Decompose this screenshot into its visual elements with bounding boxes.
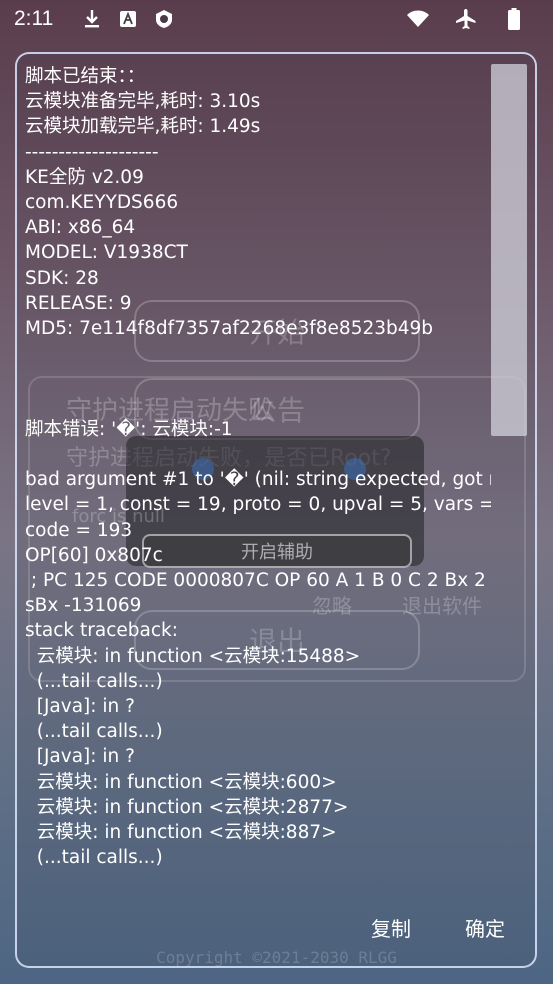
message-line: (...tail calls...)	[25, 670, 163, 692]
dialog-message[interactable]: 脚本已结束：： 云模块准备完毕,耗时: 3.10s 云模块加载完毕,耗时: 1.49…	[25, 64, 491, 870]
message-line: ; PC 125 CODE 0000807C OP 60 A 1 B 0 C 2…	[25, 570, 486, 592]
airplane-icon	[455, 8, 477, 30]
message-line: 云模块: in function <云模块:887>	[25, 822, 337, 844]
message-line	[25, 366, 491, 391]
message-line: MD5: 7e114f8df7357af2268e3f8e8523b49b	[25, 318, 434, 340]
message-line: 脚本已结束：：	[25, 66, 146, 87]
message-line: stack traceback:	[25, 620, 178, 642]
download-icon	[81, 8, 103, 30]
message-line: --------------------	[25, 141, 159, 163]
message-line: [Java]: in ?	[25, 746, 135, 768]
message-line: OP[60] 0x807c	[25, 544, 163, 566]
message-line	[25, 341, 491, 366]
message-line: MODEL: V1938CT	[25, 242, 188, 264]
status-time: 2:11	[14, 7, 54, 30]
dialog-actions: 复制 确定	[371, 913, 505, 942]
script-result-dialog: 脚本已结束：： 云模块准备完毕,耗时: 3.10s 云模块加载完毕,耗时: 1.49…	[15, 52, 537, 968]
ok-button[interactable]: 确定	[465, 913, 505, 942]
message-line: 脚本错误: '�': 云模块:-1	[25, 418, 233, 440]
message-line: 云模块: in function <云模块:2877>	[25, 796, 349, 818]
message-line: com.KEYYDS666	[25, 192, 179, 214]
message-line: code = 193	[25, 519, 133, 541]
message-line: SDK: 28	[25, 267, 99, 289]
message-line: 云模块: in function <云模块:600>	[25, 771, 337, 793]
app-a-icon	[117, 8, 139, 30]
wifi-icon	[407, 8, 429, 30]
message-line: KE全防 v2.09	[25, 166, 144, 188]
message-line: bad argument #1 to '�' (nil: string expe…	[25, 469, 491, 491]
message-line	[25, 442, 491, 467]
message-line: 云模块准备完毕,耗时: 3.10s	[25, 91, 261, 113]
message-line: (...tail calls...)	[25, 721, 163, 743]
message-line: 云模块: in function <云模块:15488>	[25, 645, 361, 667]
battery-icon	[503, 8, 525, 30]
message-line: RELEASE: 9	[25, 292, 132, 314]
copy-button[interactable]: 复制	[371, 913, 411, 942]
status-bar: 2:11	[0, 0, 553, 38]
message-line: [Java]: in ?	[25, 696, 135, 718]
message-line	[25, 392, 491, 417]
scrollbar-thumb[interactable]	[491, 64, 527, 436]
message-line: 云模块加载完毕,耗时: 1.49s	[25, 116, 261, 138]
gg-icon	[153, 8, 175, 30]
message-line: (...tail calls...)	[25, 847, 163, 869]
message-line: ABI: x86_64	[25, 217, 136, 239]
message-line: level = 1, const = 19, proto = 0, upval …	[25, 494, 491, 516]
message-line: sBx -131069	[25, 595, 142, 617]
